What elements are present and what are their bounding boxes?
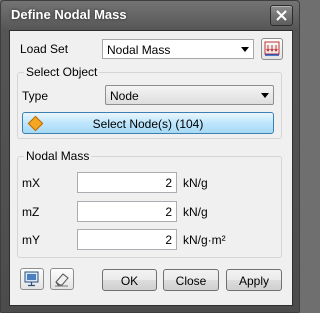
- select-object-group: Select Object Type Node Select Node(s) (…: [17, 65, 282, 139]
- chevron-down-icon: [241, 47, 249, 52]
- my-value: 2: [165, 233, 172, 247]
- my-unit: kN/g·m²: [183, 233, 226, 247]
- dialog-title: Define Nodal Mass: [11, 7, 127, 22]
- close-label: Close: [175, 274, 207, 288]
- load-set-value: Nodal Mass: [107, 43, 171, 57]
- mx-unit: kN/g: [183, 176, 208, 190]
- type-label: Type: [22, 89, 49, 103]
- apply-button[interactable]: Apply: [226, 269, 282, 291]
- nodal-mass-group: Nodal Mass mX 2 kN/g mZ 2 kN/g mY 2 kN/g…: [17, 149, 282, 258]
- mx-input[interactable]: 2: [77, 172, 177, 193]
- eraser-icon: [55, 273, 69, 287]
- mz-input[interactable]: 2: [77, 201, 177, 222]
- dialog-window: Define Nodal Mass Load Set Nodal Mass Se…: [0, 0, 300, 313]
- clear-button[interactable]: [50, 268, 74, 290]
- type-dropdown[interactable]: Node: [105, 85, 274, 105]
- apply-label: Apply: [238, 274, 270, 288]
- mz-unit: kN/g: [183, 205, 208, 219]
- dialog-body: Load Set Nodal Mass Select Object Type N…: [9, 30, 293, 306]
- type-value: Node: [110, 89, 139, 103]
- mx-value: 2: [165, 176, 172, 190]
- ok-label: OK: [120, 274, 139, 288]
- load-set-manager-button[interactable]: [261, 38, 283, 60]
- select-object-title: Select Object: [24, 65, 100, 79]
- load-set-label: Load Set: [20, 42, 69, 56]
- close-icon: [276, 10, 287, 21]
- ok-button[interactable]: OK: [102, 269, 157, 291]
- chevron-down-icon: [261, 93, 269, 98]
- load-set-dropdown[interactable]: Nodal Mass: [102, 39, 254, 59]
- title-bar[interactable]: Define Nodal Mass: [1, 1, 299, 29]
- close-button[interactable]: Close: [163, 269, 219, 291]
- monitor-icon: [24, 271, 39, 287]
- mz-label: mZ: [22, 205, 40, 219]
- mx-label: mX: [22, 176, 40, 190]
- select-nodes-label: Select Node(s) (104): [92, 117, 204, 131]
- nodal-mass-title: Nodal Mass: [24, 149, 92, 163]
- load-set-icon: [264, 41, 280, 56]
- my-label: mY: [22, 233, 40, 247]
- mz-value: 2: [165, 205, 172, 219]
- select-nodes-button[interactable]: Select Node(s) (104): [22, 112, 274, 134]
- preview-button[interactable]: [20, 268, 44, 290]
- window-close-button[interactable]: [270, 5, 293, 26]
- my-input[interactable]: 2: [77, 229, 177, 250]
